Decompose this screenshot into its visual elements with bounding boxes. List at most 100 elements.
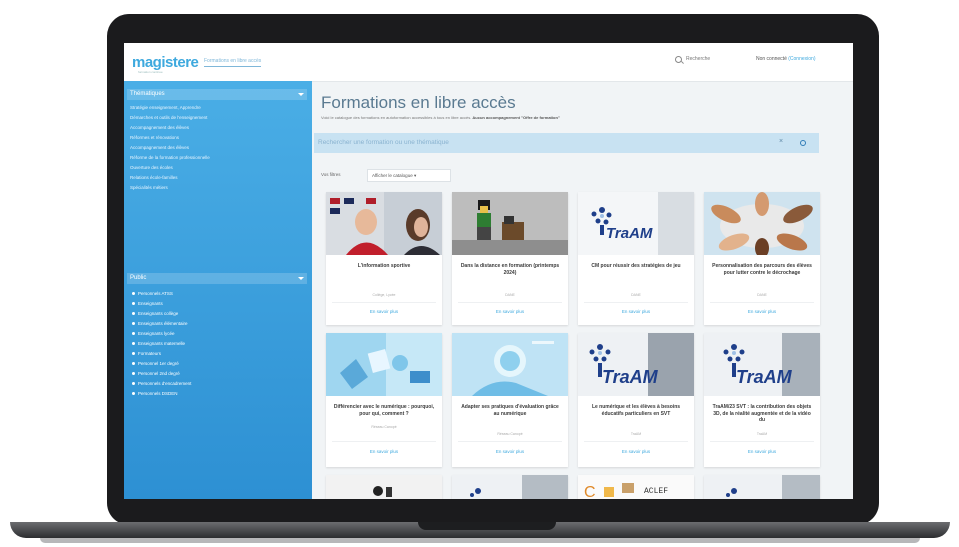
course-thumbnail — [326, 475, 442, 499]
more-link[interactable]: En savoir plus — [710, 309, 814, 314]
course-title[interactable]: Adapter ses pratiques d'évaluation grâce… — [458, 404, 562, 417]
page-title: Formations en libre accès — [321, 93, 516, 112]
sport-interview-image — [326, 192, 442, 255]
course-title[interactable]: Le numérique et les élèves à besoins édu… — [584, 404, 688, 417]
course-thumbnail — [704, 475, 820, 499]
public-filter-item[interactable]: Personnels d'encadrement — [132, 381, 191, 386]
filter-item[interactable]: Accompagnement des élèves — [130, 125, 189, 130]
laptop-foot — [40, 538, 920, 543]
header-search-link[interactable]: Recherche — [686, 56, 710, 62]
close-icon[interactable]: × — [779, 138, 783, 145]
section-title: Public — [130, 275, 147, 281]
traam-label: TraAM — [736, 367, 792, 387]
page-subtitle: Voici le catalogue des formations en aut… — [321, 115, 560, 120]
course-thumbnail — [452, 192, 568, 255]
course-card[interactable]: C ACLEF — [578, 475, 694, 499]
more-link[interactable]: En savoir plus — [584, 309, 688, 314]
course-card[interactable]: Différencier avec le numérique : pourquo… — [326, 333, 442, 467]
course-card[interactable]: L'information sportive Collège, Lycée En… — [326, 192, 442, 325]
filter-item[interactable]: Accompagnement des élèves — [130, 145, 189, 150]
account-status-label: Non connecté — [756, 56, 787, 62]
course-title[interactable]: Personnalisation des parcours des élèves… — [710, 263, 814, 276]
course-card[interactable]: Personnalisation des parcours des élèves… — [704, 192, 820, 325]
course-thumbnail — [326, 192, 442, 255]
course-card[interactable]: TraAM CM pour réussir des stratégies de … — [578, 192, 694, 325]
blue-hand-illustration — [452, 333, 568, 396]
subtitle-emphasis: Aucun accompagnement "Offre de formation… — [472, 115, 560, 120]
public-filter-item[interactable]: Personnel 1er degré — [132, 361, 179, 366]
search-input[interactable]: Rechercher une formation ou une thématiq… — [318, 139, 449, 146]
screen: magistere formation continue Formations … — [124, 43, 853, 499]
filter-item[interactable]: Réformes et rénovations — [130, 135, 179, 140]
course-thumbnail: TraAM — [578, 192, 694, 255]
divider — [458, 441, 562, 442]
filter-item[interactable]: Stratégie enseignement, Apprendre — [130, 105, 201, 110]
course-title[interactable]: CM pour réussir des stratégies de jeu — [584, 263, 688, 270]
course-meta: DANE — [631, 293, 641, 297]
chevron-down-icon — [298, 277, 304, 280]
traam-label: TraAM — [606, 225, 653, 242]
course-thumbnail — [452, 475, 568, 499]
more-link[interactable]: En savoir plus — [332, 309, 436, 314]
svg-text:C: C — [584, 484, 596, 499]
public-filter-item[interactable]: Enseignants lycée — [132, 331, 175, 336]
course-title[interactable]: L'information sportive — [332, 263, 436, 270]
more-link[interactable]: En savoir plus — [458, 309, 562, 314]
filter-sidebar: Thématiques Stratégie enseignement, Appr… — [124, 81, 312, 499]
course-card[interactable] — [704, 475, 820, 499]
site-logo[interactable]: magistere — [132, 54, 199, 71]
course-meta: Collège, Lycée — [372, 293, 396, 297]
traam-label: TraAM — [602, 367, 658, 387]
filter-item[interactable]: Spécialités métiers — [130, 185, 168, 190]
public-filter-item[interactable]: Formateurs — [132, 351, 161, 356]
divider — [584, 302, 688, 303]
section-header-public[interactable]: Public — [127, 273, 307, 284]
public-filter-item[interactable]: Personnels DSDEN — [132, 391, 178, 396]
course-card[interactable]: Dans la distance en formation (printemps… — [452, 192, 568, 325]
course-meta: DANE — [505, 293, 515, 297]
course-thumbnail: TraAM — [704, 333, 820, 396]
divider — [332, 441, 436, 442]
filter-item[interactable]: Démarches et outils de l'enseignement — [130, 115, 207, 120]
divider — [458, 302, 562, 303]
course-card[interactable]: TraAM TraAM/23 SVT : la contribution des… — [704, 333, 820, 467]
search-icon[interactable] — [675, 56, 682, 63]
more-link[interactable]: En savoir plus — [332, 449, 436, 454]
more-link[interactable]: En savoir plus — [584, 449, 688, 454]
joined-hands-image — [704, 192, 820, 255]
divider — [332, 302, 436, 303]
catalog-search-bar[interactable]: Rechercher une formation ou une thématiq… — [314, 133, 819, 153]
section-title: Thématiques — [130, 91, 165, 97]
course-card[interactable]: TraAM Le numérique et les élèves à besoi… — [578, 333, 694, 467]
course-card[interactable] — [326, 475, 442, 499]
filter-item[interactable]: Ouverture des écoles — [130, 165, 173, 170]
divider — [710, 302, 814, 303]
public-filter-item[interactable]: Enseignants collège — [132, 311, 178, 316]
public-filter-item[interactable]: Enseignants élémentaire — [132, 321, 188, 326]
course-title[interactable]: Différencier avec le numérique : pourquo… — [332, 404, 436, 417]
public-filter-item[interactable]: Enseignants — [132, 301, 163, 306]
subtitle-text: Voici le catalogue des formations en aut… — [321, 115, 473, 120]
blue-desk-illustration — [326, 333, 442, 396]
course-title[interactable]: TraAM/23 SVT : la contribution des objet… — [710, 404, 814, 424]
login-link[interactable]: (Connexion) — [788, 56, 815, 62]
course-card[interactable]: Adapter ses pratiques d'évaluation grâce… — [452, 333, 568, 467]
course-card[interactable] — [452, 475, 568, 499]
public-filter-item[interactable]: Personnel 2nd degré — [132, 371, 180, 376]
more-link[interactable]: En savoir plus — [710, 449, 814, 454]
more-link[interactable]: En savoir plus — [458, 449, 562, 454]
public-filter-item[interactable]: Enseignants maternelle — [132, 341, 185, 346]
course-thumbnail — [704, 192, 820, 255]
section-header-thematiques[interactable]: Thématiques — [127, 89, 307, 100]
filter-item[interactable]: Relations école-familles — [130, 175, 178, 180]
divider — [710, 441, 814, 442]
laptop-notch — [418, 522, 556, 530]
catalog-filter-dropdown[interactable]: Afficher le catalogue ▾ — [367, 169, 451, 182]
course-thumbnail: C ACLEF — [578, 475, 694, 499]
course-thumbnail — [452, 333, 568, 396]
filter-item[interactable]: Réforme de la formation professionnelle — [130, 155, 210, 160]
public-filter-item[interactable]: Personnels ATSS — [132, 291, 173, 296]
course-title[interactable]: Dans la distance en formation (printemps… — [458, 263, 562, 276]
search-icon[interactable] — [800, 140, 806, 146]
tab-libre-acces[interactable]: Formations en libre accès — [204, 58, 262, 67]
